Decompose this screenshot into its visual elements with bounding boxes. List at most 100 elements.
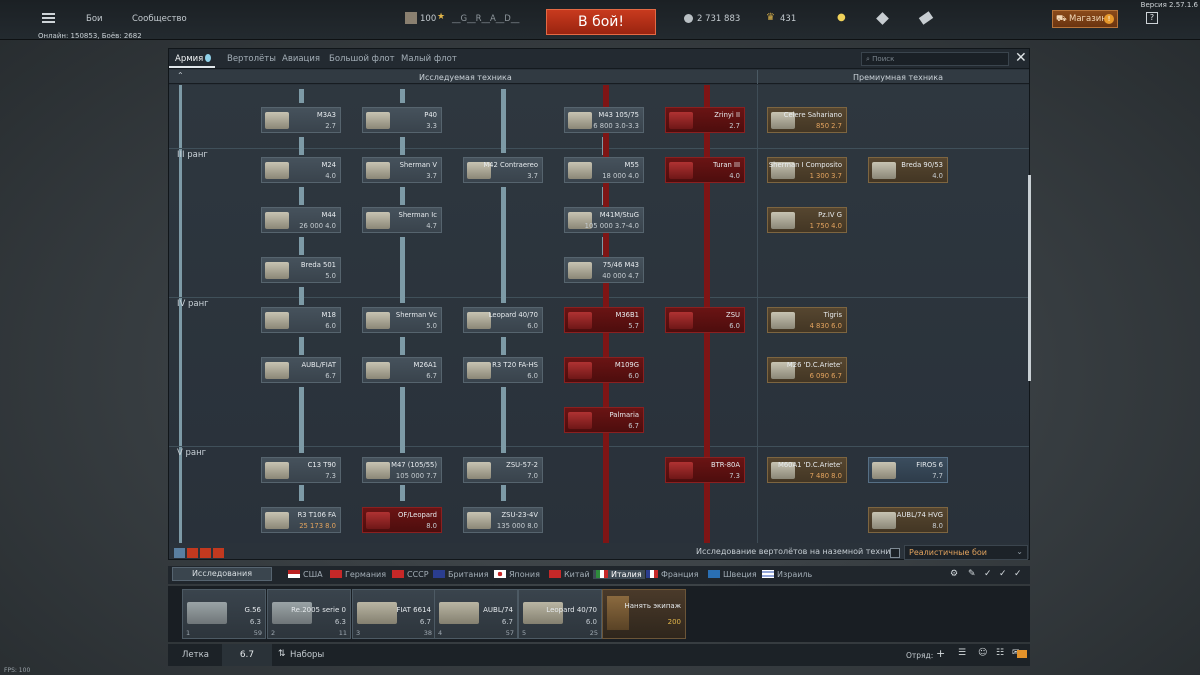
hire-crew-slot[interactable]: Нанять экипаж 200: [602, 589, 686, 639]
vehicle-card-m24[interactable]: M24 4.0: [261, 157, 341, 183]
menu-icon[interactable]: [42, 13, 55, 23]
nation-ussr[interactable]: СССР: [392, 570, 429, 579]
vehicle-name: OF/Leopard: [397, 511, 437, 519]
battle-button[interactable]: В бой!: [546, 9, 656, 35]
plus-icon[interactable]: +: [936, 647, 945, 660]
community-menu[interactable]: Сообщество: [132, 14, 187, 24]
nation-italy[interactable]: Италия: [593, 570, 645, 579]
nation-britain[interactable]: Британия: [433, 570, 489, 579]
nation-china[interactable]: Китай: [549, 570, 590, 579]
vehicle-card-sherman-ic[interactable]: Sherman Ic 4.7: [362, 207, 442, 233]
crew-slot[interactable]: Re.2005 serie 0 6.3 2 11: [267, 589, 351, 639]
all-check-icon[interactable]: ✓: [1014, 569, 1022, 579]
avatar[interactable]: [405, 12, 417, 24]
vehicle-card-m18[interactable]: M18 6.0: [261, 307, 341, 333]
vehicle-card-tigris[interactable]: Tigris 4 830 6.0: [767, 307, 847, 333]
battles-menu[interactable]: Бои: [86, 14, 103, 24]
vehicle-card-m43[interactable]: M43 105/75 6 800 3.0-3.3: [564, 107, 644, 133]
tab-aviation[interactable]: Авиация: [282, 54, 320, 64]
player-name[interactable]: __G__R__A__D__: [452, 14, 519, 24]
close-icon[interactable]: ✕: [1015, 50, 1027, 66]
vehicle-card-m36b1[interactable]: M36B1 5.7: [564, 307, 644, 333]
vehicle-card-m60a1-ariete[interactable]: M60A1 'D.C.Ariete' 7 480 8.0: [767, 457, 847, 483]
vehicle-card-m109g[interactable]: M109G 6.0: [564, 357, 644, 383]
vehicle-card-75-46[interactable]: 75/46 M43 40 000 4.7: [564, 257, 644, 283]
vehicle-card-m47[interactable]: M47 (105/55) 105 000 7.7: [362, 457, 442, 483]
shop-button[interactable]: ⛟ Магазин !: [1052, 10, 1118, 28]
vehicle-card-celere[interactable]: Celere Sahariano 850 2.7: [767, 107, 847, 133]
crew-slot[interactable]: Leopard 40/70 6.0 5 25: [518, 589, 602, 639]
vehicle-card-pz4g[interactable]: Pz.IV G 1 750 4.0: [767, 207, 847, 233]
vehicle-card-m55[interactable]: M55 18 000 4.0: [564, 157, 644, 183]
vehicle-card-aubl-fiat[interactable]: AUBL/FIAT 6.7: [261, 357, 341, 383]
vehicle-card-zrinyi[interactable]: Zrinyi II 2.7: [665, 107, 745, 133]
vehicle-card-m3a3[interactable]: M3A3 2.7: [261, 107, 341, 133]
search-input[interactable]: ⌕ Поиск: [861, 52, 1009, 66]
flag-icon: [392, 570, 404, 578]
vehicle-card-breda-90[interactable]: Breda 90/53 4.0: [868, 157, 948, 183]
gear-icon[interactable]: ⚙: [950, 569, 958, 579]
lightbulb-icon[interactable]: ●: [837, 12, 846, 23]
vehicle-card-sherman-vc[interactable]: Sherman Vc 5.0: [362, 307, 442, 333]
crew-slot[interactable]: FIAT 6614 6.7 3 38: [352, 589, 436, 639]
scrollbar[interactable]: [1028, 175, 1031, 381]
vehicle-card-leopard-4070[interactable]: Leopard 40/70 6.0: [463, 307, 543, 333]
help-button[interactable]: ?: [1146, 12, 1158, 24]
vehicle-card-m44[interactable]: M44 26 000 4.0: [261, 207, 341, 233]
vehicle-card-zsu[interactable]: ZSU 6.0: [665, 307, 745, 333]
vehicle-card-m26a1[interactable]: M26A1 6.7: [362, 357, 442, 383]
br-selector[interactable]: 6.7: [222, 644, 272, 666]
check-icon[interactable]: ✓: [984, 569, 992, 579]
tab-coastal-fleet[interactable]: Малый флот: [401, 54, 457, 64]
vehicle-card-zsu-57-2[interactable]: ZSU-57-2 7.0: [463, 457, 543, 483]
vehicle-thumb: [568, 112, 592, 129]
vehicle-br: 7.0: [527, 472, 538, 480]
crew-vehicle-br: 6.0: [585, 618, 597, 626]
vehicle-card-of-leopard[interactable]: OF/Leopard 8.0: [362, 507, 442, 533]
nation-japan[interactable]: Япония: [494, 570, 540, 579]
vehicle-card-r3-t106[interactable]: R3 T106 FA 25 173 8.0: [261, 507, 341, 533]
diamond-icon[interactable]: [876, 12, 889, 25]
nation-israel[interactable]: Израиль: [762, 570, 812, 579]
ticket-icon[interactable]: [918, 11, 934, 25]
crew-slot[interactable]: G.56 6.3 1 59: [182, 589, 266, 639]
vehicle-card-p40[interactable]: P40 3.3: [362, 107, 442, 133]
research-dropdown[interactable]: Исследования: [172, 567, 272, 581]
vehicle-card-m26-ariete[interactable]: M26 'D.C.Ariete' 6 090 6.7: [767, 357, 847, 383]
helicopter-research-checkbox[interactable]: [890, 548, 900, 558]
vehicle-name: BTR-80A: [710, 461, 740, 469]
presets-button[interactable]: Наборы: [290, 650, 324, 660]
double-check-icon[interactable]: ✓: [999, 569, 1007, 579]
vehicle-card-r3t20[interactable]: R3 T20 FA-HS 6.0: [463, 357, 543, 383]
tab-bluewater-fleet[interactable]: Большой флот: [329, 54, 395, 64]
wrench-icon[interactable]: ✎: [968, 569, 976, 579]
collapse-icon[interactable]: ⌃: [177, 71, 184, 80]
vehicle-card-m41m[interactable]: M41M/StuG 105 000 3.7-4.0: [564, 207, 644, 233]
nation-germany[interactable]: Германия: [330, 570, 386, 579]
vehicle-card-turan[interactable]: Turan III 4.0: [665, 157, 745, 183]
tab-helicopters[interactable]: Вертолёты: [227, 54, 276, 64]
star-icon: ★: [437, 12, 446, 22]
nation-usa[interactable]: США: [288, 570, 323, 579]
crew-slot[interactable]: AUBL/74 6.7 4 57: [434, 589, 518, 639]
vehicle-card-c13-t90[interactable]: C13 T90 7.3: [261, 457, 341, 483]
mail-icon[interactable]: [1017, 650, 1027, 658]
vehicle-card-palmaria[interactable]: Palmaria 6.7: [564, 407, 644, 433]
vehicle-card-aubl-74-hvg[interactable]: AUBL/74 HVG 8.0: [868, 507, 948, 533]
vehicle-card-m42[interactable]: M42 Contraereo 3.7: [463, 157, 543, 183]
nation-sweden[interactable]: Швеция: [708, 570, 757, 579]
vehicle-name: M47 (105/55): [391, 461, 437, 469]
vehicle-card-breda-501[interactable]: Breda 501 5.0: [261, 257, 341, 283]
list-icon[interactable]: ☰: [958, 648, 966, 658]
vehicle-card-zsu-23-4v[interactable]: ZSU-23-4V 135 000 8.0: [463, 507, 543, 533]
friends-icon[interactable]: ☺: [978, 648, 987, 658]
game-mode-select[interactable]: Реалистичные бои ⌄: [904, 545, 1028, 560]
contacts-icon[interactable]: ☷: [996, 648, 1004, 658]
vehicle-card-firos-6[interactable]: FIROS 6 7.7: [868, 457, 948, 483]
vehicle-card-sherman-v[interactable]: Sherman V 3.7: [362, 157, 442, 183]
vehicle-card-btr-80a[interactable]: BTR-80A 7.3: [665, 457, 745, 483]
vehicle-card-sherman-composito[interactable]: Sherman I Composito 1 300 3.7: [767, 157, 847, 183]
nation-france[interactable]: Франция: [646, 570, 699, 579]
tab-army[interactable]: Армия: [175, 54, 203, 64]
tab-fleet[interactable]: Летка: [182, 650, 209, 660]
